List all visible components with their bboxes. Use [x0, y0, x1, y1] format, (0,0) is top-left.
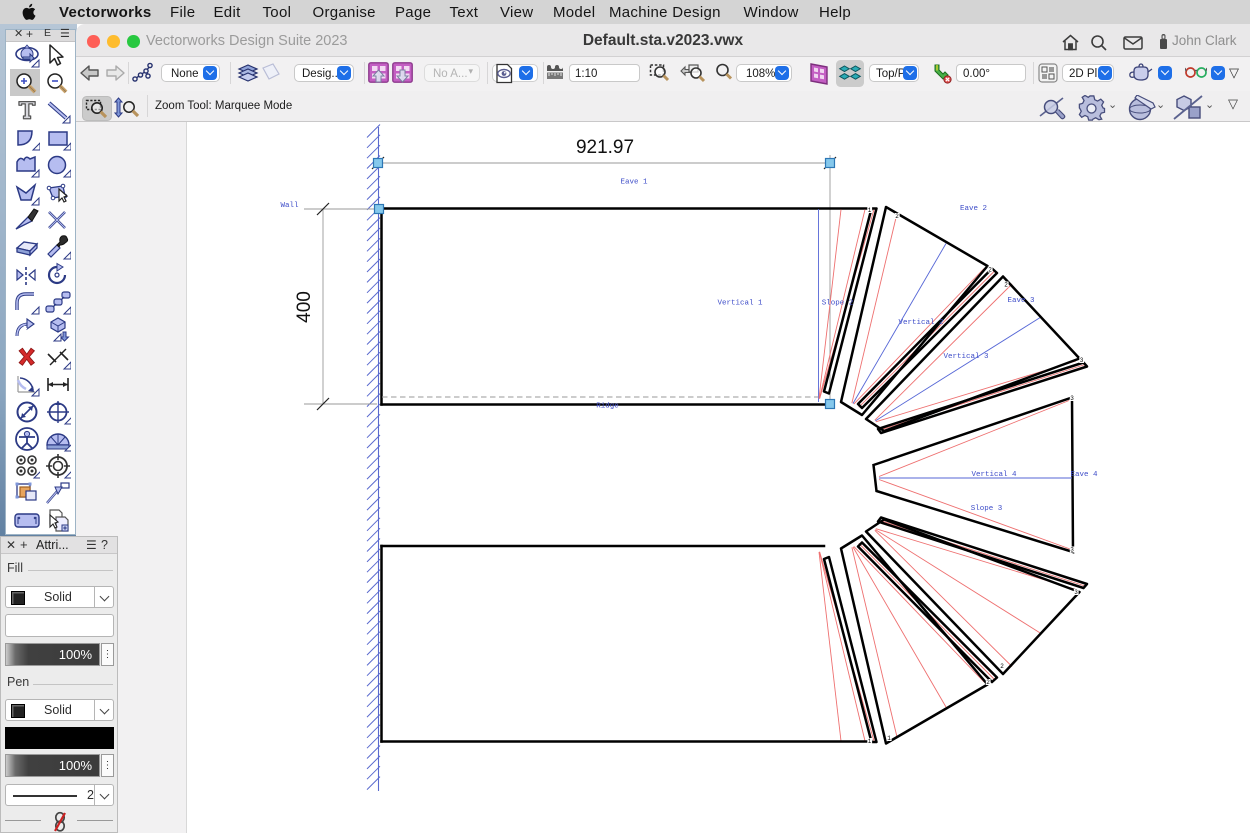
svg-text:2: 2 — [1000, 663, 1004, 670]
svg-text:2: 2 — [986, 679, 990, 686]
svg-text:2: 2 — [895, 213, 899, 220]
svg-text:1: 1 — [868, 207, 872, 214]
svg-text:1: 1 — [868, 738, 872, 745]
svg-text:2: 2 — [988, 267, 992, 274]
svg-text:921.97: 921.97 — [576, 137, 634, 158]
svg-text:Wall: Wall — [280, 202, 299, 210]
svg-text:3: 3 — [1080, 357, 1084, 364]
svg-text:3: 3 — [1070, 395, 1074, 402]
svg-text:Vertical 1: Vertical 1 — [717, 300, 763, 308]
svg-text:Eave 2: Eave 2 — [960, 205, 987, 213]
svg-text:Vertical 2: Vertical 2 — [898, 319, 943, 327]
svg-text:1: 1 — [887, 735, 891, 742]
svg-text:3: 3 — [1074, 589, 1078, 596]
svg-text:Vertical 4: Vertical 4 — [971, 471, 1017, 479]
svg-text:400: 400 — [294, 291, 315, 323]
svg-text:Slope 2: Slope 2 — [822, 300, 854, 308]
svg-text:2: 2 — [1004, 282, 1008, 289]
svg-text:Slope 3: Slope 3 — [971, 505, 1003, 513]
svg-text:3: 3 — [1070, 547, 1074, 554]
svg-text:Ridge: Ridge — [596, 403, 619, 411]
svg-text:Eave 3: Eave 3 — [1007, 297, 1035, 305]
svg-text:Vertical 3: Vertical 3 — [943, 353, 989, 361]
svg-text:Eave 4: Eave 4 — [1070, 471, 1098, 479]
svg-text:Eave 1: Eave 1 — [620, 179, 648, 187]
